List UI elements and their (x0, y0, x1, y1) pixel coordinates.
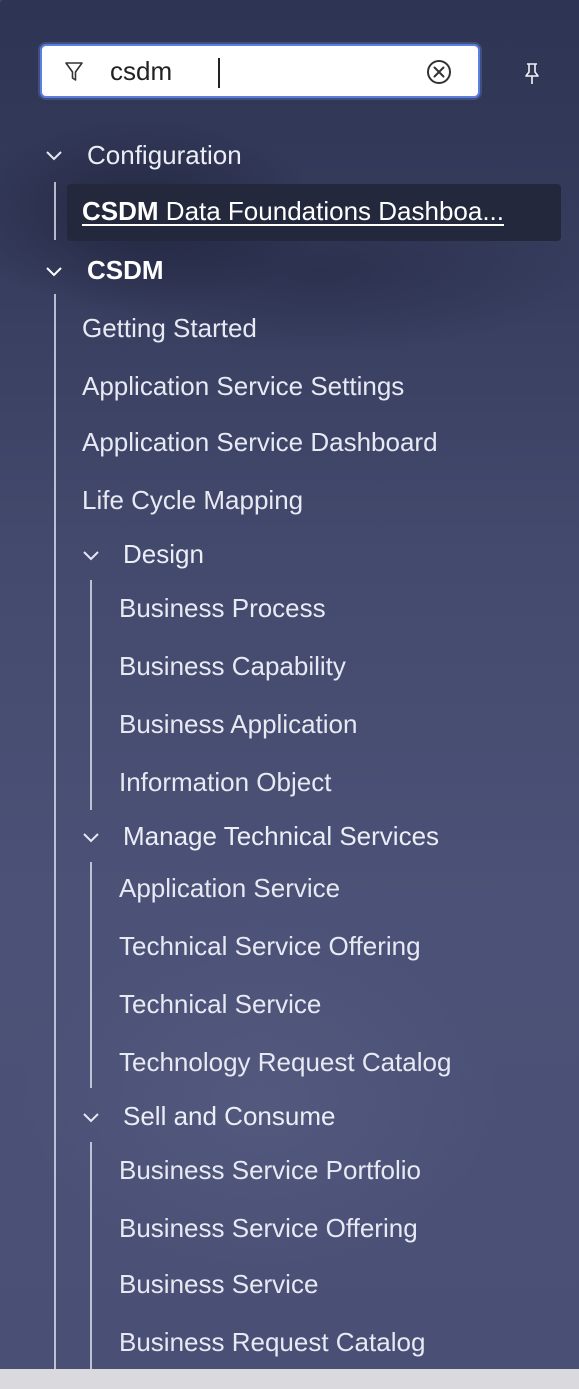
tree-item-business-capability[interactable]: Business Capability (119, 650, 346, 682)
tree-item-life-cycle-mapping[interactable]: Life Cycle Mapping (82, 484, 303, 516)
tree-guide-line (90, 1142, 92, 1372)
tree-guide-line (90, 862, 92, 1088)
text-caret (218, 58, 220, 88)
tree-guide-line (54, 182, 56, 240)
tree-item-technology-request-catalog[interactable]: Technology Request Catalog (119, 1046, 451, 1078)
chevron-down-icon[interactable] (45, 150, 63, 162)
chevron-down-icon[interactable] (82, 550, 100, 562)
pin-icon[interactable] (523, 62, 541, 86)
clear-circle-x-icon[interactable] (425, 58, 453, 86)
tree-item-information-object[interactable]: Information Object (119, 766, 331, 798)
tree-item-technical-service-offering[interactable]: Technical Service Offering (119, 930, 421, 962)
chevron-down-icon[interactable] (82, 1112, 100, 1124)
tree-item-application-service[interactable]: Application Service (119, 872, 340, 904)
filter-input[interactable] (110, 54, 410, 88)
chevron-down-icon[interactable] (82, 832, 100, 844)
panel-bottom-edge (0, 1369, 579, 1389)
tree-item-getting-started[interactable]: Getting Started (82, 312, 257, 344)
tree-item-application-service-settings[interactable]: Application Service Settings (82, 370, 404, 402)
tree-guide-line (54, 294, 56, 1372)
tree-item-business-process[interactable]: Business Process (119, 592, 326, 624)
tree-group-manage-technical-services[interactable]: Manage Technical Services (123, 820, 439, 852)
search-match-text: CSDM (82, 196, 159, 226)
tree-item-label: Data Foundations Dashboa... (158, 196, 505, 226)
filter-search-box[interactable] (40, 44, 480, 98)
tree-item-business-service-offering[interactable]: Business Service Offering (119, 1212, 418, 1244)
filter-icon (65, 62, 83, 81)
tree-item-csdm-data-foundations-dashboard[interactable]: CSDM Data Foundations Dashboa... (82, 195, 504, 227)
tree-item-application-service-dashboard[interactable]: Application Service Dashboard (82, 426, 438, 458)
tree-item-business-service-portfolio[interactable]: Business Service Portfolio (119, 1154, 421, 1186)
chevron-down-icon[interactable] (45, 266, 63, 278)
tree-group-csdm[interactable]: CSDM (87, 254, 164, 286)
navigator-panel: Configuration CSDM Data Foundations Dash… (0, 0, 579, 1389)
tree-item-business-request-catalog[interactable]: Business Request Catalog (119, 1326, 425, 1358)
tree-item-business-application[interactable]: Business Application (119, 708, 357, 740)
tree-group-sell-and-consume[interactable]: Sell and Consume (123, 1100, 335, 1132)
tree-guide-line (90, 580, 92, 810)
tree-group-design[interactable]: Design (123, 538, 204, 570)
tree-item-technical-service[interactable]: Technical Service (119, 988, 321, 1020)
tree-group-configuration[interactable]: Configuration (87, 139, 242, 171)
tree-item-business-service[interactable]: Business Service (119, 1268, 318, 1300)
